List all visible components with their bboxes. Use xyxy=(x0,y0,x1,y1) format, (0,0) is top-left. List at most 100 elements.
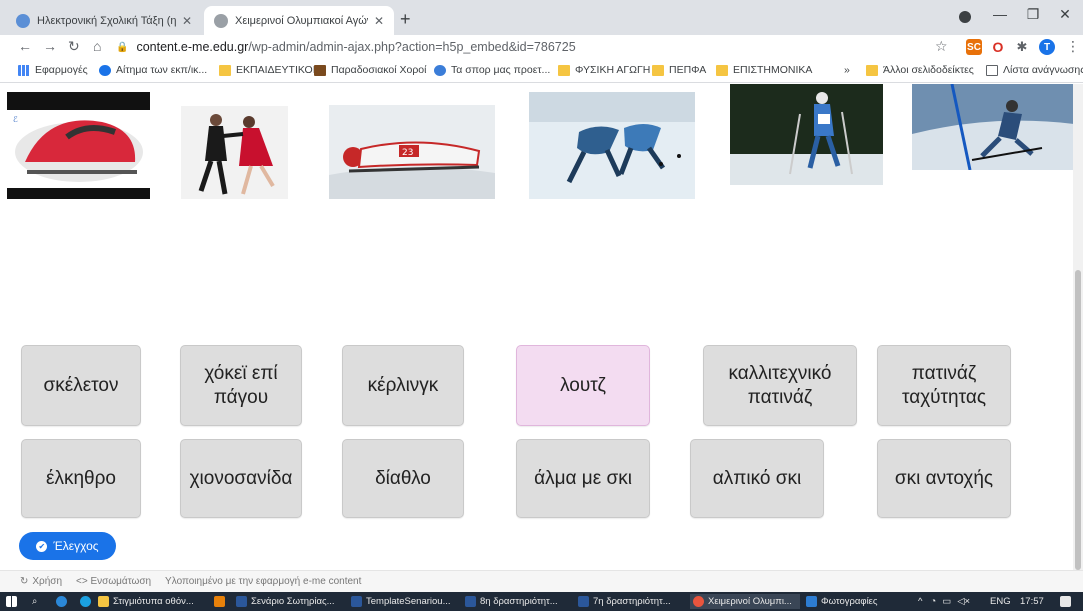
word-tile-selected[interactable]: λουτζ xyxy=(516,345,650,426)
taskbar-item-active[interactable]: Χειμερινοί Ολυμπι... xyxy=(690,594,800,609)
edge-icon xyxy=(80,596,91,607)
word-tile[interactable]: αλπικό σκι xyxy=(690,439,824,518)
tab-winter-olympics[interactable]: Χειμερινοί Ολυμπιακοί Αγώνες ✕ xyxy=(204,6,394,35)
windows-taskbar: ⌕ Στιγμιότυπα οθόν... Σενάριο Σωτηρίας..… xyxy=(0,592,1083,611)
extension-sc-icon[interactable]: SC xyxy=(966,39,982,55)
chrome-icon xyxy=(693,596,704,607)
profile-indicator-icon[interactable] xyxy=(959,11,971,23)
word-tile[interactable]: σκι αντοχής xyxy=(877,439,1011,518)
cortana-button[interactable] xyxy=(56,594,70,609)
bookmark-label: Εφαρμογές xyxy=(35,64,88,76)
profile-avatar-icon[interactable]: T xyxy=(1039,39,1055,55)
bookmark-label: ΕΠΙΣΤΗΜΟΝΙΚΑ xyxy=(733,64,813,76)
bookmark-folder[interactable]: ΕΚΠΑΙΔΕΥΤΙΚΟΙ xyxy=(219,64,316,76)
scrollbar-thumb[interactable] xyxy=(1075,270,1081,570)
bookmark-folder[interactable]: ΕΠΙΣΤΗΜΟΝΙΚΑ xyxy=(716,64,812,76)
taskbar-item[interactable]: Στιγμιότυπα οθόν... xyxy=(98,594,210,609)
opera-extension-icon[interactable]: O xyxy=(990,39,1006,55)
taskbar-item[interactable]: Φωτογραφίες xyxy=(806,594,906,609)
reuse-link[interactable]: ↻ Χρήση xyxy=(20,576,62,587)
cortana-icon xyxy=(56,596,67,607)
taskbar-item[interactable]: 8η δραστηριότητ... xyxy=(465,594,571,609)
address-bar[interactable]: 🔒 content.e-me.edu.gr/wp-admin/admin-aja… xyxy=(116,37,961,57)
back-arrow-icon[interactable]: ← xyxy=(18,38,32,54)
windows-start-icon xyxy=(6,596,17,607)
bookmark-star-icon[interactable]: ☆ xyxy=(935,38,948,55)
globe-icon xyxy=(214,13,228,28)
alpine-ski-image[interactable] xyxy=(912,84,1074,170)
reading-list[interactable]: Λίστα ανάγνωσης xyxy=(986,64,1083,76)
edge-button[interactable] xyxy=(80,594,94,609)
word-tile[interactable]: σκέλετον xyxy=(21,345,141,426)
taskbar-label: Σενάριο Σωτηρίας... xyxy=(251,596,335,607)
close-tab-icon[interactable]: ✕ xyxy=(182,14,192,28)
bookmark-label: Αίτημα των εκπ/ικ... xyxy=(116,64,208,76)
close-window-button[interactable]: ✕ xyxy=(1050,6,1080,23)
word-tile[interactable]: δίαθλο xyxy=(342,439,464,518)
globe-icon xyxy=(99,64,111,76)
search-button[interactable]: ⌕ xyxy=(32,594,46,609)
folder-icon xyxy=(866,64,878,76)
check-button[interactable]: ✔ Έλεγχος xyxy=(19,532,116,560)
word-icon xyxy=(578,596,589,607)
apps-icon xyxy=(18,64,30,76)
maximize-button[interactable]: ❐ xyxy=(1018,6,1048,23)
bookmark-apps[interactable]: Εφαρμογές xyxy=(18,64,88,76)
notifications-button[interactable] xyxy=(1060,594,1074,609)
bookmark-label: ΦΥΣΙΚΗ ΑΓΩΓΗ xyxy=(575,64,651,76)
h5p-footer: ↻ Χρήση <> Ενσωμάτωση Υλοποιημένο με την… xyxy=(0,570,1083,592)
cross-country-image[interactable] xyxy=(730,84,883,185)
system-tray-icons[interactable]: ^ ◔ ▭ ◁× xyxy=(918,594,978,609)
close-tab-icon[interactable]: ✕ xyxy=(374,14,384,28)
word-tile[interactable]: πατινάζ ταχύτητας xyxy=(877,345,1011,426)
embed-link[interactable]: <> Ενσωμάτωση xyxy=(76,576,151,587)
clock[interactable]: 17:57 xyxy=(1020,594,1050,609)
bookmark-folder[interactable]: ΠΕΠΦΑ xyxy=(652,64,706,76)
word-tile[interactable]: κέρλινγκ xyxy=(342,345,464,426)
word-tile[interactable]: χόκεϊ επί πάγου xyxy=(180,345,302,426)
taskbar-item[interactable]: Σενάριο Σωτηρίας... xyxy=(236,594,348,609)
bookmark-folder[interactable]: ΦΥΣΙΚΗ ΑΓΩΓΗ xyxy=(558,64,650,76)
luge-image[interactable]: 23 xyxy=(329,105,495,199)
extensions-puzzle-icon[interactable]: ✱ xyxy=(1014,39,1030,55)
bookmark-item[interactable]: Αίτημα των εκπ/ικ... xyxy=(99,64,207,76)
site-icon xyxy=(434,64,446,76)
reload-icon[interactable]: ↻ xyxy=(68,38,80,55)
bookmark-item[interactable]: Παραδοσιακοί Χοροί xyxy=(314,64,426,76)
reading-list-icon xyxy=(986,64,998,76)
lock-icon: 🔒 xyxy=(116,41,129,53)
word-tile[interactable]: χιονοσανίδα xyxy=(180,439,302,518)
url-path: /wp-admin/admin-ajax.php?action=h5p_embe… xyxy=(248,40,576,54)
check-button-label: Έλεγχος xyxy=(53,539,99,553)
more-bookmarks-chevron[interactable]: » xyxy=(844,64,850,76)
new-tab-button[interactable]: + xyxy=(400,9,411,30)
language-indicator[interactable]: ENG xyxy=(990,594,1012,609)
word-tile[interactable]: καλλιτεχνικό πατινάζ xyxy=(703,345,857,426)
skeleton-image[interactable]: ℰ xyxy=(7,92,150,199)
chevron-up-icon: ^ xyxy=(918,596,923,607)
forward-arrow-icon[interactable]: → xyxy=(43,38,57,54)
taskbar-item[interactable]: TemplateSenariou... xyxy=(351,594,457,609)
home-icon[interactable]: ⌂ xyxy=(93,38,101,54)
folder-icon xyxy=(219,64,231,76)
taskbar-app[interactable] xyxy=(214,594,228,609)
bookmark-label: » xyxy=(844,64,850,76)
folder-icon xyxy=(98,596,109,607)
speed-skating-image[interactable] xyxy=(529,92,695,199)
check-circle-icon: ✔ xyxy=(36,540,48,552)
word-tile[interactable]: έλκηθρο xyxy=(21,439,141,518)
bookmark-label: ΠΕΠΦΑ xyxy=(669,64,707,76)
word-tile[interactable]: άλμα με σκι xyxy=(516,439,650,518)
svg-text:23: 23 xyxy=(402,148,413,158)
browser-menu-icon[interactable]: ⋮ xyxy=(1066,38,1080,55)
volume-icon: ◁× xyxy=(957,596,971,607)
taskbar-item[interactable]: 7η δραστηριότητ... xyxy=(578,594,684,609)
start-button[interactable] xyxy=(6,594,20,609)
bookmark-item[interactable]: Τα σπορ μας προετ... xyxy=(434,64,550,76)
h5p-content: ℰ 23 σκέλετον χόκεϊ επί πάγου κέρλινγκ λ… xyxy=(0,84,1083,570)
tab-eclass[interactable]: Ηλεκτρονική Σχολική Τάξη (η-Τά ✕ xyxy=(6,6,202,35)
folder-icon xyxy=(558,64,570,76)
bookmark-folder-other[interactable]: Άλλοι σελιδοδείκτες xyxy=(866,64,974,76)
minimize-button[interactable]: — xyxy=(985,6,1015,22)
ice-dance-image[interactable] xyxy=(181,106,288,199)
